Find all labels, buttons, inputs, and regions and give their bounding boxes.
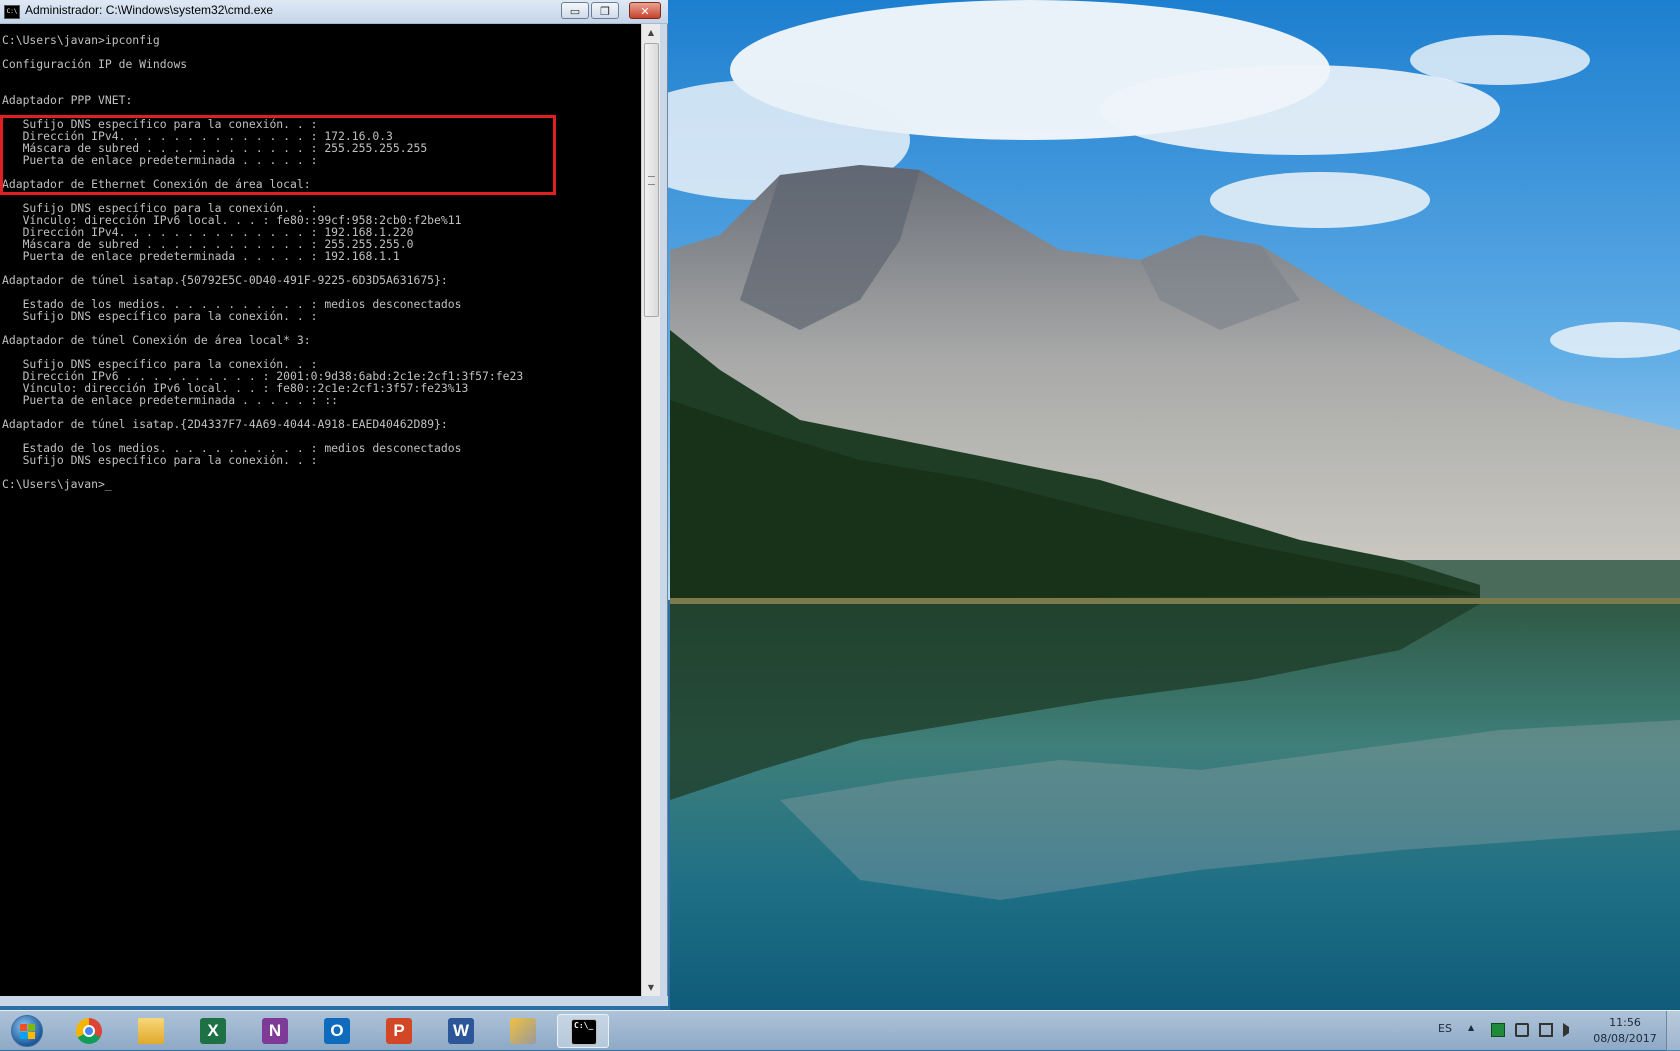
taskbar-app-onenote[interactable]: N [249,1014,301,1048]
taskbar-app-chrome[interactable] [63,1014,115,1048]
highlight-annotation-box [0,115,556,195]
onenote-icon: N [262,1018,288,1044]
excel-icon: X [200,1018,226,1044]
powerpoint-icon: P [386,1018,412,1044]
taskbar-app-cmd[interactable]: C:\_ [557,1014,609,1048]
tray-app-icon[interactable] [1491,1023,1505,1037]
network-icon[interactable] [1539,1023,1553,1037]
cmd-window[interactable]: C:\ Administrador: C:\Windows\system32\c… [0,0,668,1006]
cmd-icon: C:\ [4,5,20,19]
chrome-icon [76,1018,102,1044]
folder-icon [138,1018,164,1044]
tools-icon [510,1018,536,1044]
maximize-button[interactable]: ❐ [591,2,619,19]
tray-device-icon[interactable] [1515,1023,1529,1037]
console-output[interactable]: C:\Users\javan>ipconfig Configuración IP… [0,24,641,996]
minimize-button[interactable]: ▭ [561,2,589,19]
taskbar-app-outlook[interactable]: O [311,1014,363,1048]
window-titlebar[interactable]: C:\ Administrador: C:\Windows\system32\c… [0,0,668,24]
outlook-icon: O [324,1018,350,1044]
show-desktop-button[interactable] [1666,1011,1680,1051]
taskbar-app-file-explorer[interactable] [125,1014,177,1048]
console-text: C:\Users\javan>ipconfig Configuración IP… [2,33,524,491]
taskbar-app-powerpoint[interactable]: P [373,1014,425,1048]
taskbar-app-word[interactable]: W [435,1014,487,1048]
volume-icon[interactable] [1563,1023,1571,1037]
scroll-thumb[interactable] [644,43,659,317]
close-button[interactable]: ✕ [629,2,661,19]
taskbar: X N O P W C:\_ ES ▲ 11:56 08/08/2017 [0,1010,1680,1051]
start-button[interactable] [4,1012,50,1050]
clock-date[interactable]: 08/08/2017 [1590,1032,1660,1045]
window-title: Administrador: C:\Windows\system32\cmd.e… [25,3,274,17]
windows-logo-icon [11,1015,43,1047]
clock-time[interactable]: 11:56 [1600,1016,1650,1029]
show-hidden-icons-arrow-icon[interactable]: ▲ [1468,1023,1474,1032]
language-indicator[interactable]: ES [1438,1022,1452,1035]
scroll-up-arrow-icon[interactable]: ▲ [642,24,660,41]
scroll-down-arrow-icon[interactable]: ▼ [642,979,660,996]
vertical-scrollbar[interactable]: ▲ ▼ [641,24,660,996]
cmd-icon: C:\_ [571,1019,597,1045]
word-icon: W [448,1018,474,1044]
window-bottom-border [0,996,668,1006]
taskbar-app-excel[interactable]: X [187,1014,239,1048]
taskbar-app-tools[interactable] [497,1014,549,1048]
scroll-grip-icon [648,176,655,185]
